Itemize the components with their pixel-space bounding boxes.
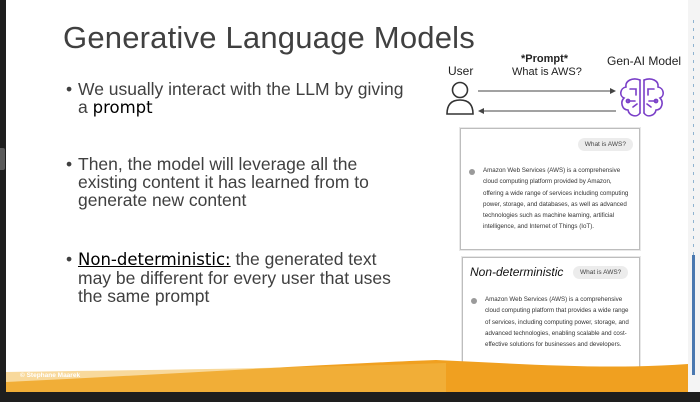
bullet-leverage: • Then, the model will leverage all the … — [66, 154, 369, 210]
assistant-avatar — [469, 169, 475, 175]
response-text-1: Amazon Web Services (AWS) is a comprehen… — [483, 167, 629, 231]
question-chip: What is AWS? — [577, 138, 633, 151]
nondeterministic-label: Non-deterministic — [470, 265, 564, 279]
prompt-arrows — [478, 88, 616, 114]
bullet-nondeterministic: • Non-deterministic: the generated text … — [66, 249, 391, 306]
prompt-term: prompt — [92, 98, 153, 117]
bullet-prompt: • We usually interact with the LLM by gi… — [66, 79, 404, 117]
bottom-edge-bar — [0, 392, 700, 402]
footer-band — [6, 360, 688, 392]
prompt-title: *Prompt* — [521, 53, 569, 65]
question-chip: What is AWS? — [573, 266, 629, 279]
response-card-1: What is AWS? Amazon Web Services (AWS) i… — [460, 128, 640, 250]
response-card-2: Non-deterministic What is AWS? Amazon We… — [462, 257, 640, 369]
response-text-2: Amazon Web Services (AWS) is a comprehen… — [485, 296, 629, 349]
copyright-text: © Stephane Maarek — [20, 372, 81, 379]
right-edge-strip — [688, 0, 700, 402]
slide-title: Generative Language Models — [63, 20, 475, 55]
nondeterministic-term: Non-deterministic: — [78, 250, 231, 269]
user-icon — [446, 81, 474, 115]
user-label: User — [448, 64, 474, 78]
brain-icon — [620, 78, 664, 117]
prompt-text: What is AWS? — [512, 66, 582, 78]
model-label: Gen-AI Model — [607, 54, 682, 68]
side-panel-handle[interactable] — [0, 148, 5, 170]
slide: Generative Language Models • We usually … — [6, 0, 688, 392]
assistant-avatar — [471, 298, 477, 304]
